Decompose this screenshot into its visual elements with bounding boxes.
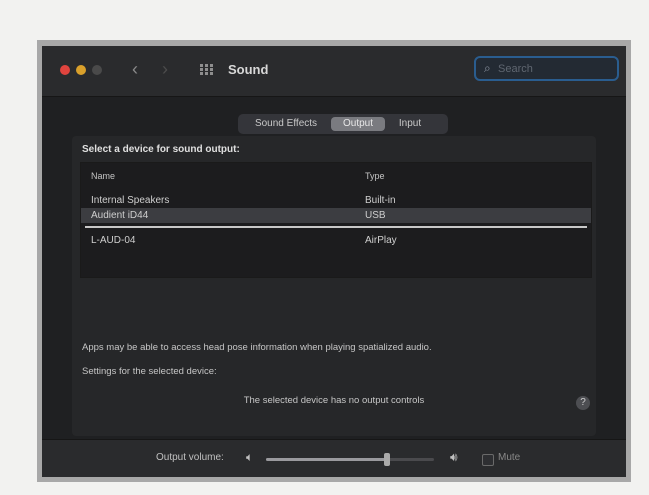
column-header-name[interactable]: Name [91, 171, 115, 181]
search-input[interactable] [498, 61, 608, 77]
zoom-button[interactable] [92, 65, 102, 75]
output-panel: Select a device for sound output: Name T… [72, 136, 596, 436]
close-button[interactable] [60, 65, 70, 75]
mute-checkbox[interactable] [482, 454, 494, 466]
speaker-low-icon: 🔈︎ [246, 450, 254, 464]
volume-slider-knob[interactable] [383, 453, 390, 466]
chevron-right-icon[interactable]: › [162, 59, 168, 80]
output-heading: Select a device for sound output: [82, 144, 240, 155]
device-table: Name Type Internal Speakers Built-in Aud… [80, 162, 592, 278]
device-name: Internal Speakers [91, 195, 170, 206]
no-controls-message: The selected device has no output contro… [243, 395, 425, 406]
device-name: Audient iD44 [91, 210, 149, 221]
help-icon[interactable]: ? [576, 396, 590, 410]
sound-preferences-window: ‹ › Sound ⌕ Sound Effects Output Input S… [42, 46, 626, 477]
volume-bar: Output volume: 🔈︎ 🔊︎ Mute [42, 439, 626, 477]
tab-input[interactable]: Input [390, 117, 430, 131]
column-header-type[interactable]: Type [365, 171, 385, 181]
volume-slider[interactable] [266, 453, 434, 466]
window-title: Sound [228, 62, 269, 77]
minimize-button[interactable] [76, 65, 86, 75]
tab-bar: Sound Effects Output Input [238, 114, 448, 134]
device-name: L-AUD-04 [91, 235, 136, 246]
speaker-high-icon: 🔊︎ [450, 450, 458, 464]
search-box[interactable]: ⌕ [474, 56, 619, 81]
table-row-selected[interactable]: Audient iD44 USB [81, 208, 591, 223]
chevron-left-icon[interactable]: ‹ [132, 59, 138, 80]
volume-slider-fill [266, 458, 387, 461]
output-volume-label: Output volume: [156, 452, 224, 463]
device-type: Built-in [365, 195, 396, 206]
tab-sound-effects[interactable]: Sound Effects [246, 117, 326, 131]
mute-label[interactable]: Mute [498, 452, 520, 463]
table-row[interactable]: Internal Speakers Built-in [81, 193, 591, 208]
spatial-audio-note: Apps may be able to access head pose inf… [82, 342, 432, 353]
settings-label: Settings for the selected device: [82, 366, 217, 377]
grid-icon[interactable] [200, 64, 213, 76]
device-type: AirPlay [365, 235, 397, 246]
device-type: USB [365, 210, 386, 221]
titlebar: ‹ › Sound ⌕ [42, 46, 626, 97]
search-icon: ⌕ [484, 61, 491, 75]
row-divider [85, 226, 587, 228]
table-row[interactable]: L-AUD-04 AirPlay [81, 233, 591, 248]
tab-output[interactable]: Output [331, 117, 385, 131]
